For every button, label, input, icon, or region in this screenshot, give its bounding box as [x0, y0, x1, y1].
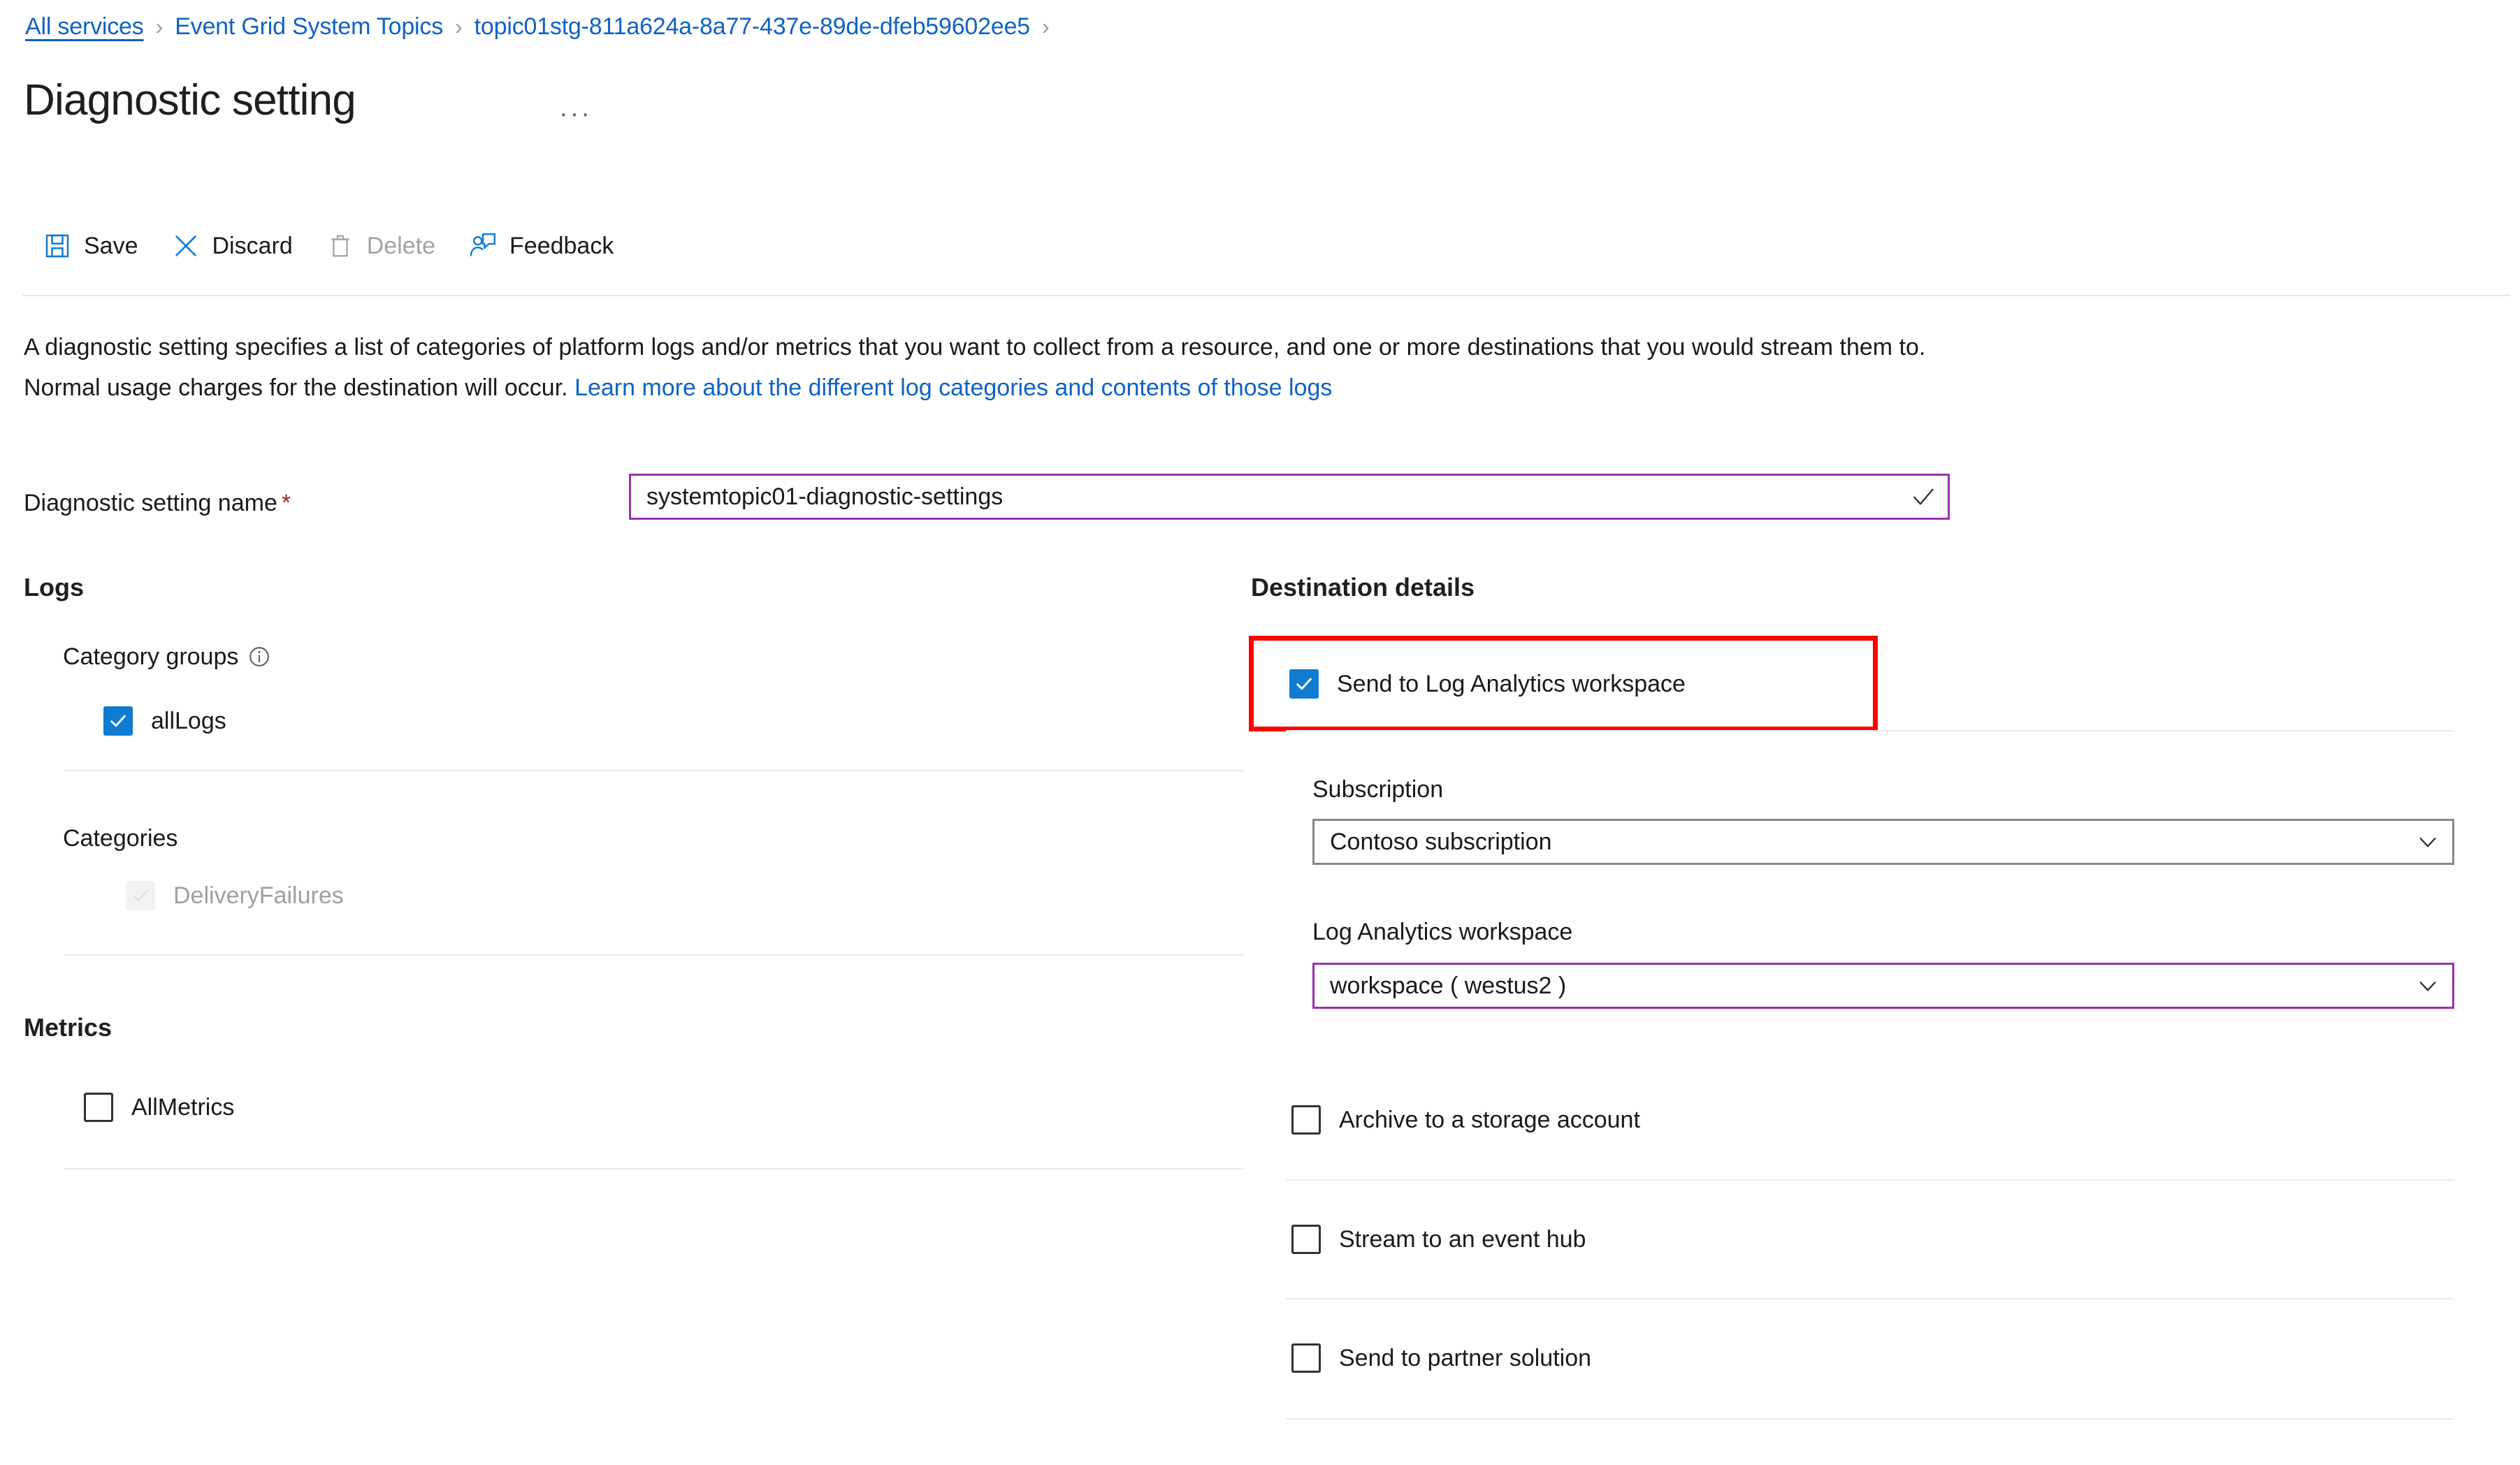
- checkbox-send-to-partner-solution[interactable]: Send to partner solution: [1291, 1343, 1591, 1373]
- log-analytics-workspace-dropdown-value: workspace ( westus2 ): [1330, 972, 1567, 999]
- checkbox-allmetrics-label: AllMetrics: [131, 1094, 235, 1121]
- page-description: A diagnostic setting specifies a list of…: [24, 327, 1967, 408]
- save-button[interactable]: Save: [42, 225, 138, 267]
- checkbox-archive-to-storage-account[interactable]: Archive to a storage account: [1291, 1105, 1640, 1135]
- feedback-button[interactable]: Feedback: [468, 225, 614, 267]
- learn-more-link[interactable]: Learn more about the different log categ…: [574, 374, 1332, 401]
- more-menu-icon[interactable]: ···: [559, 99, 592, 129]
- logs-heading: Logs: [24, 573, 84, 602]
- info-icon[interactable]: [248, 646, 270, 668]
- destination-divider-2: [1286, 1179, 2454, 1181]
- toolbar-divider: [22, 295, 2510, 296]
- delete-button: Delete: [325, 225, 435, 267]
- diagnostic-setting-name-input-wrapper[interactable]: [629, 474, 1950, 520]
- destination-divider-3: [1286, 1298, 2454, 1299]
- page-title: Diagnostic setting: [24, 76, 356, 124]
- breadcrumb-separator: ›: [455, 14, 463, 39]
- diagnostic-setting-name-label: Diagnostic setting name: [24, 490, 277, 516]
- delete-icon: [325, 231, 356, 261]
- log-analytics-workspace-label: Log Analytics workspace: [1312, 919, 1573, 945]
- checkbox-alllogs-box[interactable]: [103, 706, 133, 736]
- save-button-label: Save: [84, 233, 138, 259]
- discard-button[interactable]: Discard: [171, 225, 293, 267]
- delete-button-label: Delete: [366, 233, 436, 259]
- destination-divider-4: [1286, 1418, 2454, 1420]
- metrics-heading: Metrics: [24, 1013, 113, 1042]
- breadcrumb-separator: ›: [1041, 14, 1050, 39]
- checkbox-send-to-partner-solution-box[interactable]: [1291, 1343, 1321, 1373]
- subscription-dropdown[interactable]: Contoso subscription: [1312, 819, 2454, 865]
- checkbox-archive-to-storage-account-label: Archive to a storage account: [1339, 1107, 1640, 1133]
- logs-divider-1: [64, 770, 1244, 771]
- checkbox-stream-to-event-hub-label: Stream to an event hub: [1339, 1226, 1586, 1253]
- category-groups-label: Category groups: [63, 643, 239, 670]
- checkbox-stream-to-event-hub[interactable]: Stream to an event hub: [1291, 1224, 1586, 1255]
- checkbox-stream-to-event-hub-box[interactable]: [1291, 1225, 1321, 1254]
- required-marker: *: [281, 489, 291, 516]
- save-icon: [42, 231, 73, 261]
- subscription-label: Subscription: [1312, 776, 1444, 803]
- categories-label: Categories: [63, 825, 178, 852]
- checkbox-alllogs-label: allLogs: [151, 708, 226, 734]
- discard-button-label: Discard: [212, 233, 293, 259]
- breadcrumb-item-topic[interactable]: topic01stg-811a624a-8a77-437e-89de-dfeb5…: [475, 11, 1031, 42]
- category-groups-label-row: Category groups: [63, 641, 270, 672]
- checkbox-deliveryfailures-label: DeliveryFailures: [173, 882, 344, 909]
- diagnostic-setting-name-input[interactable]: [631, 476, 1899, 518]
- metrics-divider: [64, 1168, 1244, 1169]
- discard-icon: [171, 231, 201, 261]
- diagnostic-setting-page: All services › Event Grid System Topics …: [0, 0, 2520, 1465]
- diagnostic-setting-name-row: Diagnostic setting name *: [24, 482, 291, 524]
- subscription-dropdown-value: Contoso subscription: [1330, 829, 1552, 855]
- checkbox-allmetrics[interactable]: AllMetrics: [84, 1092, 234, 1123]
- destination-details-heading: Destination details: [1251, 573, 1475, 602]
- checkbox-send-to-log-analytics[interactable]: Send to Log Analytics workspace: [1289, 669, 1686, 699]
- breadcrumb-item-event-grid-system-topics[interactable]: Event Grid System Topics: [175, 11, 443, 42]
- checkbox-allmetrics-box[interactable]: [84, 1093, 113, 1122]
- chevron-down-icon: [2403, 821, 2452, 863]
- destination-divider-1: [1286, 730, 2454, 731]
- checkbox-deliveryfailures: DeliveryFailures: [126, 880, 344, 911]
- checkbox-alllogs[interactable]: allLogs: [103, 706, 226, 736]
- checkbox-send-to-log-analytics-label: Send to Log Analytics workspace: [1337, 671, 1686, 697]
- checkbox-send-to-log-analytics-box[interactable]: [1289, 669, 1319, 699]
- breadcrumb-item-all-services[interactable]: All services: [25, 11, 144, 42]
- checkbox-send-to-partner-solution-label: Send to partner solution: [1339, 1345, 1592, 1371]
- logs-divider-2: [64, 954, 1244, 956]
- checkbox-deliveryfailures-box: [126, 881, 155, 910]
- feedback-button-label: Feedback: [509, 233, 614, 259]
- feedback-icon: [468, 231, 498, 261]
- checkbox-archive-to-storage-account-box[interactable]: [1291, 1105, 1321, 1135]
- command-toolbar: Save Discard Delete Feedback: [42, 225, 646, 267]
- breadcrumb: All services › Event Grid System Topics …: [25, 11, 1062, 42]
- log-analytics-workspace-dropdown[interactable]: workspace ( westus2 ): [1312, 963, 2454, 1009]
- breadcrumb-separator: ›: [155, 14, 164, 39]
- chevron-down-icon: [2403, 965, 2452, 1007]
- checkmark-icon: [1899, 476, 1948, 518]
